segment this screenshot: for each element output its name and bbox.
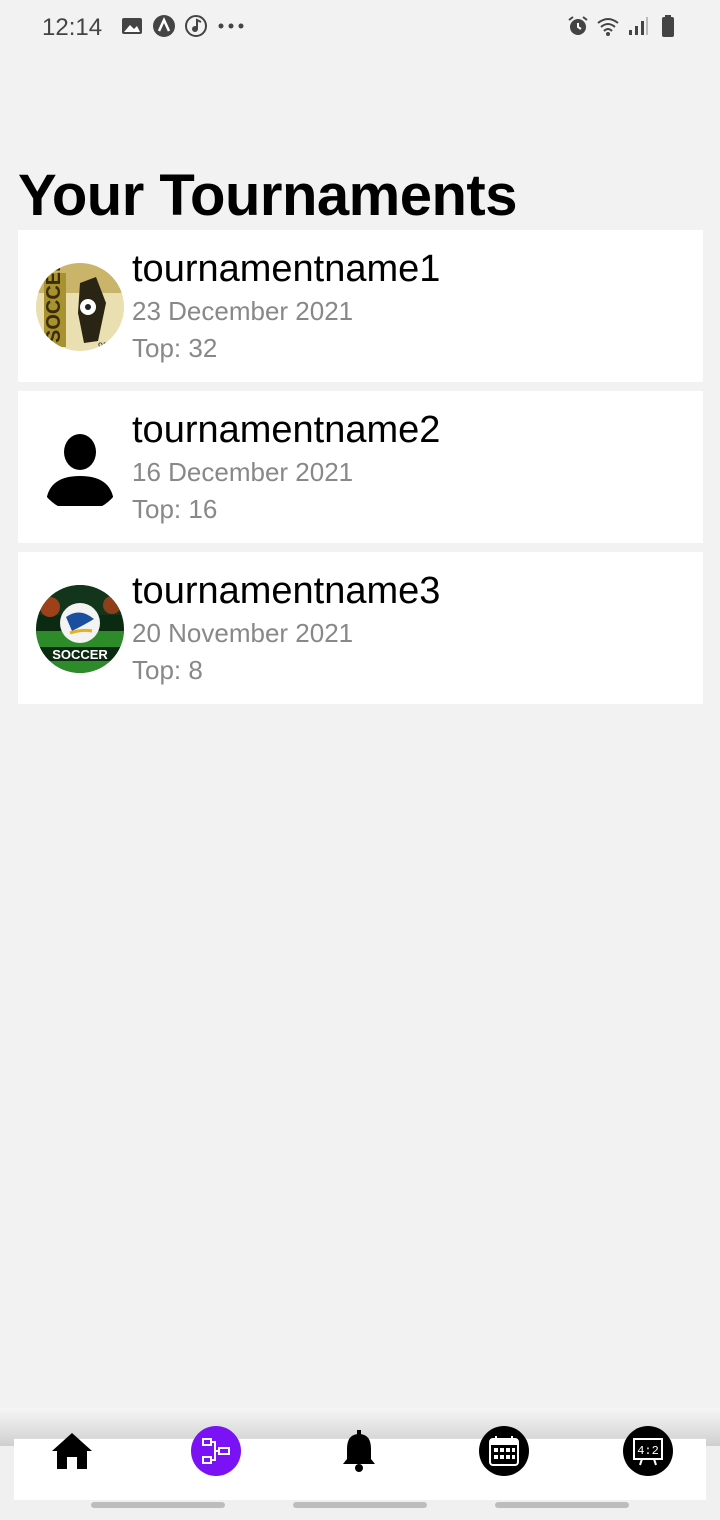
more-dots-icon [216, 14, 246, 38]
status-left-icons [120, 14, 246, 38]
signal-icon [626, 14, 650, 38]
soccer-ball-avatar: SOCCER [36, 585, 124, 673]
tournament-card[interactable]: SOCCER 95 tournamentname1 23 December 20… [18, 230, 703, 382]
status-time: 12:14 [42, 14, 103, 41]
tournament-date: 20 November 2021 [132, 618, 354, 648]
music-circle-icon [184, 14, 208, 38]
tournament-card[interactable]: SOCCER tournamentname3 20 November 2021 … [18, 552, 703, 704]
tournament-top: Top: 8 [132, 655, 203, 685]
soccer-poster-avatar: SOCCER 95 [36, 263, 124, 351]
bell-icon[interactable] [334, 1426, 384, 1476]
svg-text:4:2: 4:2 [637, 1444, 659, 1458]
gesture-bar-center[interactable] [293, 1502, 427, 1508]
tournament-top: Top: 16 [132, 494, 218, 524]
tournament-name: tournamentname1 [132, 248, 441, 290]
status-right-icons [566, 14, 680, 38]
tournament-name: tournamentname2 [132, 409, 441, 451]
home-icon[interactable] [47, 1426, 97, 1476]
tournament-name: tournamentname3 [132, 570, 441, 612]
svg-text:SOCCER: SOCCER [43, 263, 65, 343]
wifi-icon [596, 14, 620, 38]
calendar-icon[interactable] [479, 1426, 529, 1476]
page-title: Your Tournaments [18, 163, 518, 228]
a-circle-icon [152, 14, 176, 38]
tournament-card[interactable]: tournamentname2 16 December 2021 Top: 16 [18, 391, 703, 543]
bracket-icon[interactable] [191, 1426, 241, 1476]
svg-text:95: 95 [98, 341, 108, 351]
status-bar: 12:14 [0, 0, 720, 56]
alarm-icon [566, 14, 590, 38]
tournament-date: 23 December 2021 [132, 296, 354, 326]
svg-text:SOCCER: SOCCER [52, 647, 108, 662]
gesture-bar-left[interactable] [91, 1502, 225, 1508]
battery-icon [656, 14, 680, 38]
gesture-bar-right[interactable] [495, 1502, 629, 1508]
person-placeholder-avatar [36, 424, 124, 512]
tournament-top: Top: 32 [132, 333, 218, 363]
scoreboard-icon[interactable]: 4:2 [623, 1426, 673, 1476]
tournament-date: 16 December 2021 [132, 457, 354, 487]
image-icon [120, 14, 144, 38]
tournament-list: SOCCER 95 tournamentname1 23 December 20… [18, 230, 703, 713]
